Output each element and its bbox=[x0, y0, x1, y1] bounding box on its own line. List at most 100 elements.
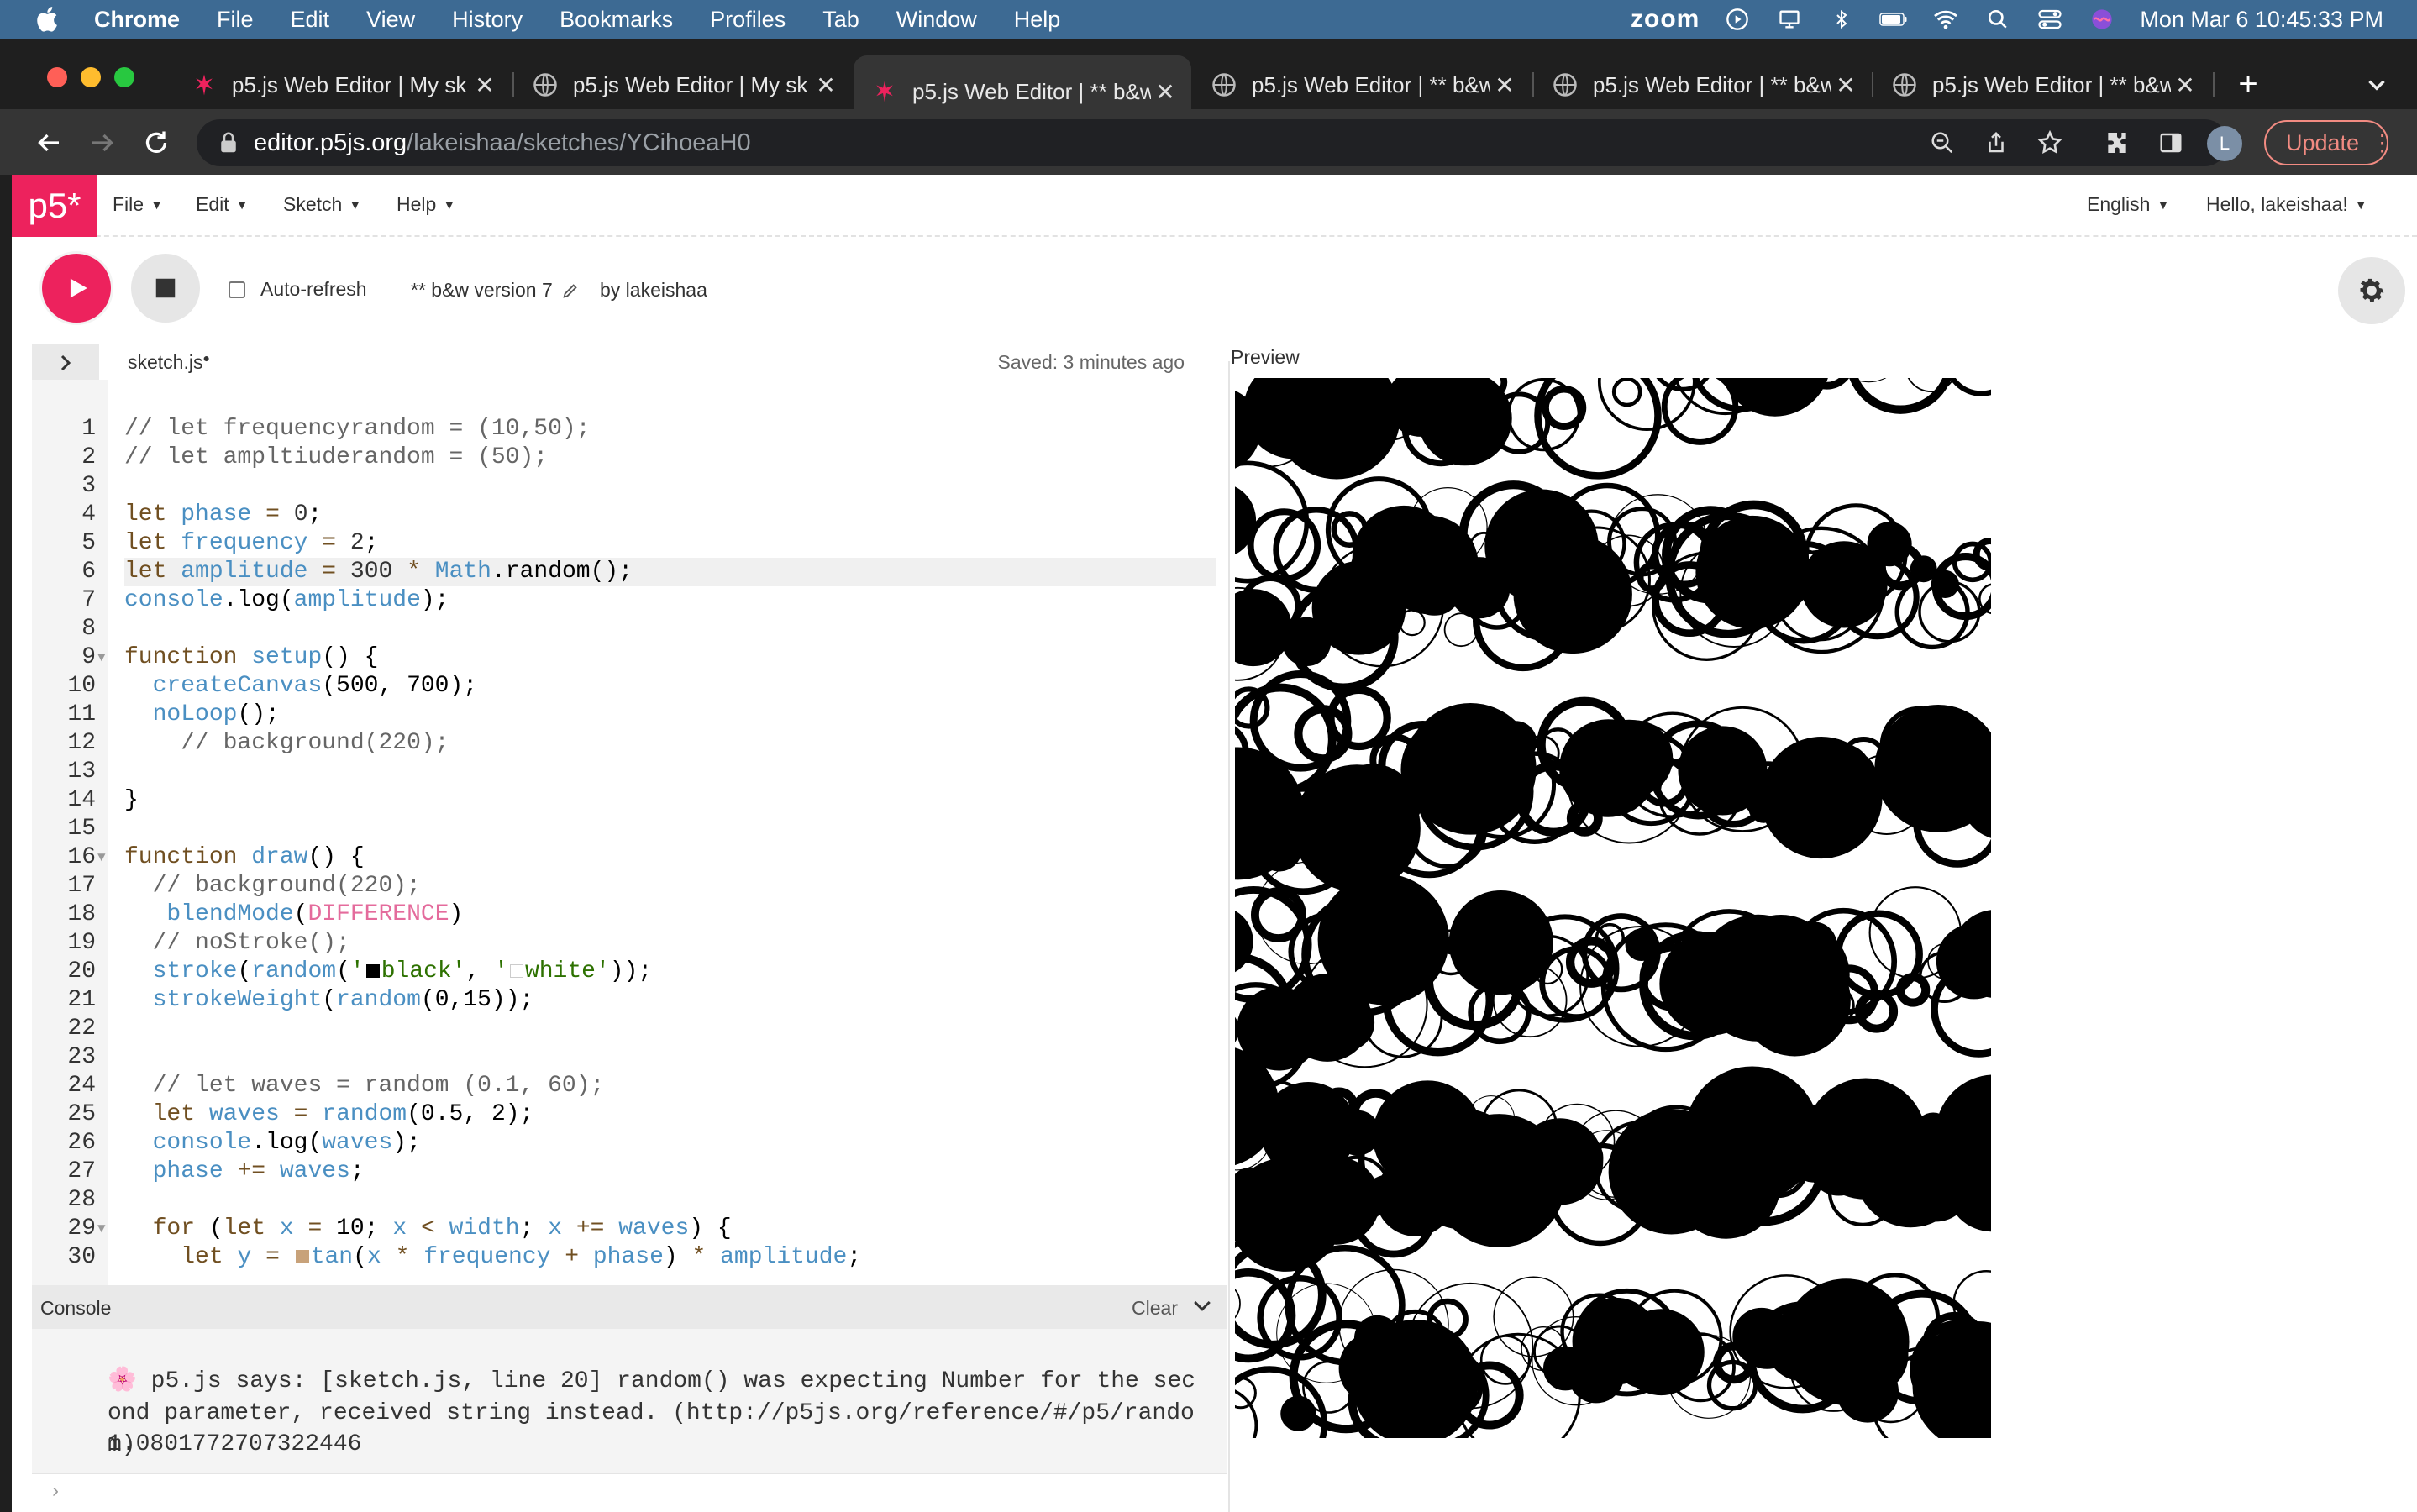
menubar-view[interactable]: View bbox=[366, 7, 415, 33]
close-icon[interactable]: ✕ bbox=[1831, 71, 1860, 99]
share-icon[interactable] bbox=[1978, 124, 2015, 161]
code-line[interactable]: 3 bbox=[32, 472, 1227, 501]
menubar-datetime[interactable]: Mon Mar 6 10:45:33 PM bbox=[2140, 7, 2383, 33]
console-input[interactable]: › bbox=[32, 1473, 1227, 1512]
menubar-bookmarks[interactable]: Bookmarks bbox=[560, 7, 673, 33]
menubar-history[interactable]: History bbox=[452, 7, 523, 33]
language-menu[interactable]: English ▼ bbox=[2087, 193, 2169, 216]
file-tab[interactable]: sketch.js● bbox=[128, 351, 210, 374]
play-circle-icon[interactable] bbox=[1723, 7, 1752, 32]
auto-refresh-toggle[interactable]: Auto-refresh bbox=[229, 278, 367, 301]
control-center-icon[interactable] bbox=[2036, 7, 2064, 32]
code-line[interactable]: 25 let waves = random(0.5, 2); bbox=[32, 1100, 1227, 1129]
window-close-button[interactable] bbox=[47, 67, 67, 87]
code-line[interactable]: 11 noLoop(); bbox=[32, 701, 1227, 729]
reload-button[interactable] bbox=[138, 124, 175, 161]
menubar-help[interactable]: Help bbox=[1014, 7, 1061, 33]
zoom-magnifier-icon[interactable] bbox=[1924, 124, 1961, 161]
lock-icon[interactable] bbox=[220, 132, 237, 154]
code-line[interactable]: 2 // let ampltiuderandom = (50); bbox=[32, 444, 1227, 472]
code-line[interactable]: 16 ▼ function draw() { bbox=[32, 843, 1227, 872]
code-line[interactable]: 23 bbox=[32, 1043, 1227, 1072]
code-line[interactable]: 13 bbox=[32, 758, 1227, 786]
p5-logo[interactable]: p5* bbox=[12, 175, 97, 237]
code-line[interactable]: 30 let y = tan(x * frequency + phase) * … bbox=[32, 1243, 1227, 1272]
zoom-status-icon[interactable]: zoom bbox=[1631, 5, 1700, 34]
preview-canvas[interactable] bbox=[1235, 378, 1991, 1438]
code-line[interactable]: 5 let frequency = 2; bbox=[32, 529, 1227, 558]
settings-button[interactable] bbox=[2338, 257, 2405, 324]
nav-help-menu[interactable]: Help ▼ bbox=[397, 193, 455, 216]
fold-arrow-icon[interactable]: ▼ bbox=[97, 643, 106, 672]
chevron-down-icon[interactable] bbox=[1190, 1294, 1215, 1324]
stop-button[interactable] bbox=[131, 254, 200, 323]
sketch-name[interactable]: ** b&w version 7 bbox=[411, 279, 580, 302]
code-line[interactable]: 17 // background(220); bbox=[32, 872, 1227, 900]
extensions-puzzle-icon[interactable] bbox=[2099, 124, 2136, 161]
sidebar-toggle-button[interactable] bbox=[32, 344, 99, 381]
profile-avatar[interactable]: L bbox=[2207, 126, 2242, 161]
play-button[interactable] bbox=[42, 254, 111, 323]
code-line[interactable]: 27 phase += waves; bbox=[32, 1158, 1227, 1186]
spotlight-search-icon[interactable] bbox=[1984, 7, 2012, 32]
code-line[interactable]: 26 console.log(waves); bbox=[32, 1129, 1227, 1158]
code-line[interactable]: 9 ▼ function setup() { bbox=[32, 643, 1227, 672]
code-line[interactable]: 12 // background(220); bbox=[32, 729, 1227, 758]
nav-edit-menu[interactable]: Edit ▼ bbox=[196, 193, 249, 216]
code-line[interactable]: 15 bbox=[32, 815, 1227, 843]
wifi-icon[interactable] bbox=[1931, 7, 1960, 32]
fold-arrow-icon[interactable]: ▼ bbox=[97, 1215, 106, 1243]
forward-button[interactable] bbox=[84, 124, 121, 161]
apple-icon[interactable] bbox=[32, 3, 64, 35]
siri-icon[interactable] bbox=[2088, 7, 2116, 32]
window-minimize-button[interactable] bbox=[81, 67, 101, 87]
code-line[interactable]: 14} bbox=[32, 786, 1227, 815]
close-icon[interactable]: ✕ bbox=[1490, 71, 1519, 99]
code-line[interactable]: 22 bbox=[32, 1015, 1227, 1043]
code-editor[interactable]: 1 // let frequencyrandom = (10,50); 2 // l… bbox=[32, 380, 1227, 1285]
screen-mirroring-icon[interactable] bbox=[1775, 7, 1804, 32]
menubar-edit[interactable]: Edit bbox=[291, 7, 330, 33]
browser-tab[interactable]: p5.js Web Editor | ** b&w ✕ bbox=[1873, 60, 2211, 109]
menubar-file[interactable]: File bbox=[217, 7, 254, 33]
new-tab-button[interactable]: + bbox=[2228, 64, 2268, 104]
code-line[interactable]: 21 strokeWeight(random(0,15)); bbox=[32, 986, 1227, 1015]
browser-tab[interactable]: p5.js Web Editor | My sk ✕ bbox=[173, 60, 511, 109]
code-line[interactable]: 7 console.log(amplitude); bbox=[32, 586, 1227, 615]
bluetooth-icon[interactable] bbox=[1827, 7, 1856, 32]
tab-search-chevron-icon[interactable] bbox=[2362, 71, 2396, 104]
close-icon[interactable]: ✕ bbox=[470, 71, 499, 99]
back-button[interactable] bbox=[30, 124, 67, 161]
code-line[interactable]: 19 // noStroke(); bbox=[32, 929, 1227, 958]
close-icon[interactable]: ✕ bbox=[1151, 78, 1180, 106]
console-clear-button[interactable]: Clear bbox=[1132, 1297, 1178, 1320]
code-line[interactable]: 1 // let frequencyrandom = (10,50); bbox=[32, 415, 1227, 444]
browser-tab[interactable]: p5.js Web Editor | ** b&w ✕ bbox=[1534, 60, 1872, 109]
nav-file-menu[interactable]: File ▼ bbox=[113, 193, 163, 216]
menubar-window[interactable]: Window bbox=[896, 7, 977, 33]
menubar-app-name[interactable]: Chrome bbox=[94, 7, 180, 33]
menubar-profiles[interactable]: Profiles bbox=[710, 7, 786, 33]
pencil-icon[interactable] bbox=[561, 281, 580, 300]
close-icon[interactable]: ✕ bbox=[812, 71, 840, 99]
auto-refresh-checkbox[interactable] bbox=[229, 281, 245, 298]
browser-tab[interactable]: p5.js Web Editor | ** b&w ✕ bbox=[1193, 60, 1531, 109]
code-line[interactable]: 4 let phase = 0; bbox=[32, 501, 1227, 529]
code-line[interactable]: 8 bbox=[32, 615, 1227, 643]
browser-tab[interactable]: p5.js Web Editor | My sk ✕ bbox=[514, 60, 852, 109]
sketch-owner[interactable]: by lakeishaa bbox=[600, 279, 707, 302]
window-zoom-button[interactable] bbox=[114, 67, 134, 87]
code-line[interactable]: 29 ▼ for (let x = 10; x < width; x += wav… bbox=[32, 1215, 1227, 1243]
code-line[interactable]: 28 bbox=[32, 1186, 1227, 1215]
code-line-active[interactable]: 6 let amplitude = 300 * Math.random(); bbox=[32, 558, 1227, 586]
code-line[interactable]: 10 createCanvas(500, 700); bbox=[32, 672, 1227, 701]
nav-sketch-menu[interactable]: Sketch ▼ bbox=[283, 193, 361, 216]
code-line[interactable]: 20 stroke(random(' black', ' white')); bbox=[32, 958, 1227, 986]
code-line[interactable]: 24 // let waves = random (0.1, 60); bbox=[32, 1072, 1227, 1100]
update-button[interactable]: Update ⋮ bbox=[2264, 120, 2393, 165]
side-panel-icon[interactable] bbox=[2152, 124, 2189, 161]
fold-arrow-icon[interactable]: ▼ bbox=[97, 843, 106, 872]
close-icon[interactable]: ✕ bbox=[2171, 71, 2199, 99]
user-menu[interactable]: Hello, lakeishaa! ▼ bbox=[2206, 193, 2367, 216]
battery-icon[interactable] bbox=[1879, 7, 1908, 32]
